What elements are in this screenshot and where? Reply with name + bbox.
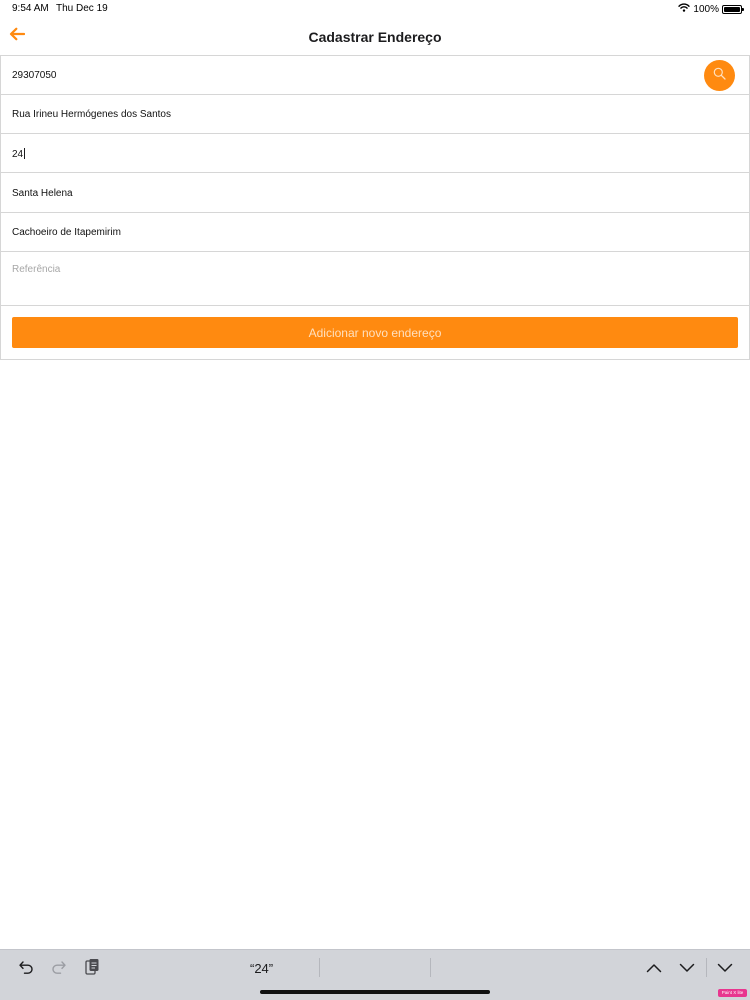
redo-button[interactable] xyxy=(49,959,69,979)
battery-icon xyxy=(722,4,744,14)
home-indicator[interactable] xyxy=(260,990,490,994)
search-button[interactable] xyxy=(704,60,735,91)
wifi-icon xyxy=(678,3,691,15)
predictive-suggestion[interactable]: “24” xyxy=(250,961,273,976)
cep-input[interactable]: 29307050 xyxy=(12,70,57,81)
dismiss-keyboard-button[interactable] xyxy=(715,959,735,979)
paste-icon xyxy=(84,958,100,981)
street-input[interactable]: Rua Irineu Hermógenes dos Santos xyxy=(12,109,171,120)
paste-button[interactable] xyxy=(82,958,102,981)
street-field[interactable]: Rua Irineu Hermógenes dos Santos xyxy=(1,95,749,134)
city-field[interactable]: Cachoeiro de Itapemirim xyxy=(1,213,749,252)
chevron-up-icon xyxy=(646,960,662,978)
city-input[interactable]: Cachoeiro de Itapemirim xyxy=(12,227,121,238)
next-field-button[interactable] xyxy=(677,959,697,979)
page-title: Cadastrar Endereço xyxy=(308,29,442,45)
watermark-badge: Paint X lite xyxy=(718,989,747,997)
number-value: 24 xyxy=(12,149,24,160)
cep-field[interactable]: 29307050 xyxy=(1,56,749,95)
neighborhood-field[interactable]: Santa Helena xyxy=(1,174,749,213)
reference-field[interactable]: Referência xyxy=(1,253,749,306)
toolbar-divider xyxy=(706,958,707,977)
previous-field-button[interactable] xyxy=(644,959,664,979)
suggestion-divider xyxy=(430,958,431,977)
add-address-button[interactable]: Adicionar novo endereço xyxy=(12,317,738,348)
status-time: 9:54 AM xyxy=(12,3,49,14)
navigation-bar: Cadastrar Endereço xyxy=(0,18,750,56)
address-form: 29307050 Rua Irineu Hermógenes dos Santo… xyxy=(0,56,750,360)
suggestion-divider xyxy=(319,958,320,977)
keyboard-shortcut-bar: “24” Paint X lite xyxy=(0,949,750,1000)
search-icon xyxy=(713,67,726,85)
keyboard-dismiss-icon xyxy=(717,960,733,978)
chevron-down-icon xyxy=(679,960,695,978)
status-indicators: 100% xyxy=(678,3,744,15)
undo-icon xyxy=(18,959,34,980)
text-cursor xyxy=(24,148,26,159)
number-input[interactable]: 24 xyxy=(12,148,26,160)
reference-placeholder[interactable]: Referência xyxy=(12,264,60,275)
number-field[interactable]: 24 xyxy=(1,134,749,173)
status-bar: 9:54 AM Thu Dec 19 100% xyxy=(0,0,750,18)
status-date: Thu Dec 19 xyxy=(56,3,108,14)
redo-icon xyxy=(51,959,67,980)
neighborhood-input[interactable]: Santa Helena xyxy=(12,188,73,199)
battery-percentage: 100% xyxy=(693,3,719,15)
undo-button[interactable] xyxy=(16,959,36,979)
